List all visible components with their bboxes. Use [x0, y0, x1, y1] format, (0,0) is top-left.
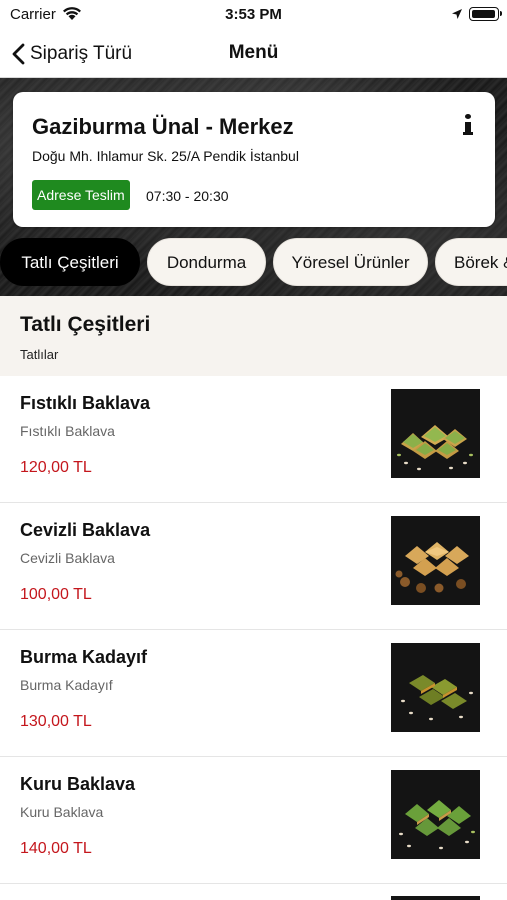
- restaurant-name: Gaziburma Ünal - Merkez: [32, 114, 294, 139]
- tab-tatli-cesitleri[interactable]: Tatlı Çeşitleri: [0, 238, 140, 286]
- product-photo: [391, 896, 480, 900]
- status-time: 3:53 PM: [225, 6, 282, 23]
- product-row[interactable]: Kuru Baklava Kuru Baklava 140,00 TL: [0, 757, 507, 884]
- product-name: Cevizli Baklava: [20, 520, 151, 540]
- product-price: 100,00 TL: [20, 586, 92, 603]
- product-description: Fıstıklı Baklava: [20, 423, 115, 439]
- tab-dondurma[interactable]: Dondurma: [147, 238, 266, 286]
- navigation-bar: Sipariş Türü Menü: [0, 30, 507, 78]
- restaurant-address: Doğu Mh. Ihlamur Sk. 25/A Pendik İstanbu…: [32, 148, 299, 164]
- dry-baklava-photo: [391, 770, 480, 859]
- product-name: Fıstıklı Baklava: [20, 393, 151, 413]
- product-description: Cevizli Baklava: [20, 550, 115, 566]
- product-price: 130,00 TL: [20, 713, 92, 730]
- category-tabs: Tatlı Çeşitleri Dondurma Yöresel Ürünler…: [0, 238, 507, 286]
- info-icon[interactable]: [461, 114, 475, 136]
- product-name: Kuru Baklava: [20, 774, 136, 794]
- opening-hours: 07:30 - 20:30: [146, 188, 229, 204]
- product-description: Kuru Baklava: [20, 804, 104, 820]
- section-subtitle: Tatlılar: [20, 347, 59, 362]
- product-price: 140,00 TL: [20, 840, 92, 857]
- section-header: Tatlı Çeşitleri Tatlılar: [0, 296, 507, 376]
- product-row[interactable]: Fıstıklı Baklava Fıstıklı Baklava 120,00…: [0, 376, 507, 503]
- product-row[interactable]: [0, 884, 507, 900]
- battery-icon: [469, 7, 502, 21]
- product-name: Burma Kadayıf: [20, 647, 148, 667]
- product-description: Burma Kadayıf: [20, 677, 113, 693]
- section-title: Tatlı Çeşitleri: [20, 313, 151, 336]
- product-row[interactable]: Burma Kadayıf Burma Kadayıf 130,00 TL: [0, 630, 507, 757]
- tab-borek[interactable]: Börek &: [435, 238, 507, 286]
- walnut-baklava-photo: [391, 516, 480, 605]
- burma-kadayif-photo: [391, 643, 480, 732]
- page-title: Menü: [228, 42, 279, 63]
- location-arrow-icon: [451, 7, 463, 25]
- tab-yoresel-urunler[interactable]: Yöresel Ürünler: [273, 238, 428, 286]
- delivery-type-badge: Adrese Teslim: [32, 180, 130, 210]
- product-row[interactable]: Cevizli Baklava Cevizli Baklava 100,00 T…: [0, 503, 507, 630]
- status-bar: Carrier 3:53 PM: [0, 0, 507, 30]
- hero-banner: Gaziburma Ünal - Merkez Doğu Mh. Ihlamur…: [0, 78, 507, 296]
- restaurant-info-card: Gaziburma Ünal - Merkez Doğu Mh. Ihlamur…: [13, 92, 495, 227]
- product-price: 120,00 TL: [20, 459, 92, 476]
- product-list: Fıstıklı Baklava Fıstıklı Baklava 120,00…: [0, 376, 507, 900]
- pistachio-baklava-photo: [391, 389, 480, 478]
